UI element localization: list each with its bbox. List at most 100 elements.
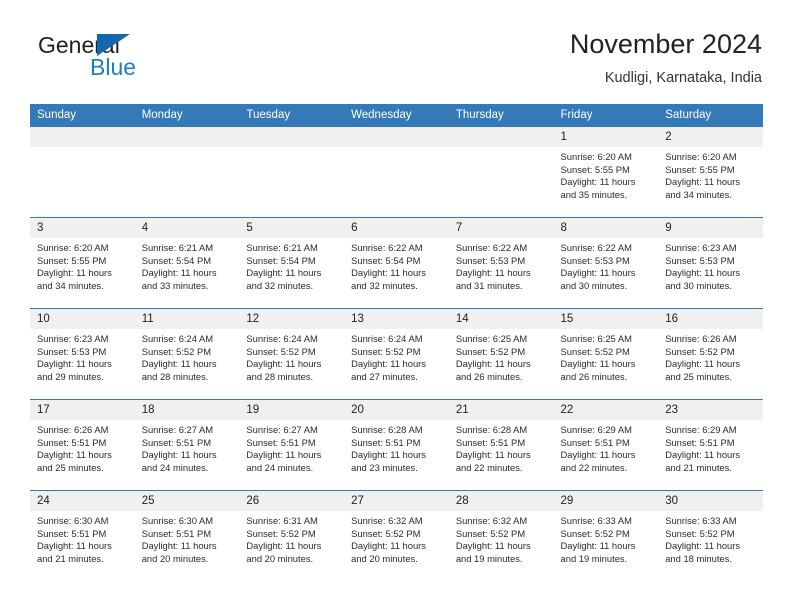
weekday-header-thursday: Thursday: [448, 104, 554, 127]
calendar-day-cell[interactable]: 24 Sunrise: 6:30 AM Sunset: 5:51 PM Dayligh…: [30, 490, 135, 581]
calendar-day-cell[interactable]: 28 Sunrise: 6:32 AM Sunset: 5:52 PM Dayligh…: [448, 490, 554, 581]
sunset-text: Sunset: 5:52 PM: [665, 345, 735, 357]
calendar-day-cell[interactable]: 11 Sunrise: 6:24 AM Sunset: 5:52 PM Dayligh…: [134, 308, 240, 400]
sunrise-text: Sunrise: 6:23 AM: [665, 242, 737, 253]
weekday-header-tuesday: Tuesday: [239, 104, 345, 127]
day-sun-info: Sunrise: 6:26 AM Sunset: 5:52 PM Daylight:…: [658, 329, 763, 383]
calendar-day-cell[interactable]: 3 Sunrise: 6:20 AM Sunset: 5:55 PM Daylight…: [30, 217, 135, 309]
calendar-day-cell-empty: [239, 126, 345, 218]
general-blue-logo[interactable]: General Blue: [30, 32, 260, 90]
sunrise-text: Sunrise: 6:27 AM: [246, 424, 318, 435]
calendar-day-cell[interactable]: 6 Sunrise: 6:22 AM Sunset: 5:54 PM Daylight…: [344, 217, 449, 309]
calendar-day-cell[interactable]: 12 Sunrise: 6:24 AM Sunset: 5:52 PM Dayligh…: [239, 308, 345, 400]
day-number: 8: [553, 218, 659, 238]
day-number: [239, 127, 345, 147]
day-number: 17: [30, 400, 135, 420]
sunset-text: Sunset: 5:52 PM: [351, 527, 421, 539]
sunset-text: Sunset: 5:51 PM: [37, 527, 107, 539]
sunset-text: Sunset: 5:53 PM: [37, 345, 107, 357]
day-number: 20: [344, 400, 449, 420]
calendar-day-cell-empty: [448, 126, 554, 218]
calendar-day-cell[interactable]: 21 Sunrise: 6:28 AM Sunset: 5:51 PM Dayligh…: [448, 399, 554, 491]
sunrise-text: Sunrise: 6:24 AM: [246, 333, 318, 344]
day-number: 13: [344, 309, 449, 329]
sunset-text: Sunset: 5:52 PM: [560, 527, 630, 539]
calendar-day-cell[interactable]: 23 Sunrise: 6:29 AM Sunset: 5:51 PM Dayligh…: [658, 399, 763, 491]
day-number: 10: [30, 309, 135, 329]
day-number: 29: [553, 491, 659, 511]
calendar-day-cell[interactable]: 15 Sunrise: 6:25 AM Sunset: 5:52 PM Dayligh…: [553, 308, 659, 400]
day-number: 11: [134, 309, 240, 329]
daylight-text: Daylight: 11 hours and 34 minutes.: [665, 176, 741, 200]
day-sun-info: Sunrise: 6:24 AM Sunset: 5:52 PM Daylight:…: [135, 329, 240, 383]
sunrise-text: Sunrise: 6:32 AM: [455, 515, 528, 526]
calendar-day-cell[interactable]: 8 Sunrise: 6:22 AM Sunset: 5:53 PM Daylight…: [553, 217, 659, 309]
daylight-text: Daylight: 11 hours and 20 minutes.: [351, 540, 426, 564]
sunrise-text: Sunrise: 6:29 AM: [560, 424, 632, 435]
sunset-text: Sunset: 5:55 PM: [560, 163, 630, 175]
sunset-text: Sunset: 5:51 PM: [665, 436, 735, 448]
sunset-text: Sunset: 5:52 PM: [351, 345, 421, 357]
weekday-header-saturday: Saturday: [658, 104, 763, 127]
calendar-day-cell[interactable]: 25 Sunrise: 6:30 AM Sunset: 5:51 PM Dayligh…: [134, 490, 240, 581]
calendar-day-cell[interactable]: 22 Sunrise: 6:29 AM Sunset: 5:51 PM Dayligh…: [553, 399, 659, 491]
sunrise-text: Sunrise: 6:33 AM: [560, 515, 632, 526]
sunset-text: Sunset: 5:51 PM: [351, 436, 421, 448]
day-sun-info: Sunrise: 6:20 AM Sunset: 5:55 PM Daylight:…: [554, 147, 659, 201]
sunset-text: Sunset: 5:51 PM: [455, 436, 526, 448]
calendar-day-cell[interactable]: 2 Sunrise: 6:20 AM Sunset: 5:55 PM Daylight…: [658, 126, 763, 218]
calendar-day-cell[interactable]: 1 Sunrise: 6:20 AM Sunset: 5:55 PM Daylight…: [553, 126, 659, 218]
calendar-day-cell[interactable]: 19 Sunrise: 6:27 AM Sunset: 5:51 PM Dayligh…: [239, 399, 345, 491]
sunset-text: Sunset: 5:51 PM: [560, 436, 630, 448]
calendar-day-cell[interactable]: 18 Sunrise: 6:27 AM Sunset: 5:51 PM Dayligh…: [134, 399, 240, 491]
calendar-day-cell[interactable]: 5 Sunrise: 6:21 AM Sunset: 5:54 PM Daylight…: [239, 217, 345, 309]
calendar-body: 1 Sunrise: 6:20 AM Sunset: 5:55 PM Daylight…: [30, 126, 763, 581]
day-sun-info: Sunrise: 6:21 AM Sunset: 5:54 PM Daylight:…: [135, 238, 240, 292]
day-number: 7: [448, 218, 554, 238]
calendar-day-cell[interactable]: 30 Sunrise: 6:33 AM Sunset: 5:52 PM Dayligh…: [658, 490, 763, 581]
sunrise-text: Sunrise: 6:24 AM: [141, 333, 214, 344]
daylight-text: Daylight: 11 hours and 26 minutes.: [455, 358, 531, 382]
day-sun-info: Sunrise: 6:27 AM Sunset: 5:51 PM Daylight:…: [135, 420, 240, 474]
calendar-day-cell[interactable]: 9 Sunrise: 6:23 AM Sunset: 5:53 PM Daylight…: [658, 217, 763, 309]
day-sun-info: Sunrise: 6:30 AM Sunset: 5:51 PM Daylight:…: [135, 511, 240, 565]
day-sun-info: Sunrise: 6:32 AM Sunset: 5:52 PM Daylight:…: [344, 511, 449, 565]
daylight-text: Daylight: 11 hours and 22 minutes.: [455, 449, 531, 473]
day-number: 12: [239, 309, 345, 329]
day-sun-info: Sunrise: 6:24 AM Sunset: 5:52 PM Daylight:…: [344, 329, 449, 383]
sunset-text: Sunset: 5:52 PM: [246, 345, 316, 357]
sunrise-text: Sunrise: 6:29 AM: [665, 424, 737, 435]
day-sun-info: Sunrise: 6:30 AM Sunset: 5:51 PM Daylight:…: [30, 511, 135, 565]
calendar-day-cell[interactable]: 27 Sunrise: 6:32 AM Sunset: 5:52 PM Dayligh…: [344, 490, 449, 581]
sunset-text: Sunset: 5:54 PM: [246, 254, 316, 266]
day-sun-info: Sunrise: 6:29 AM Sunset: 5:51 PM Daylight:…: [554, 420, 659, 474]
calendar-day-cell[interactable]: 13 Sunrise: 6:24 AM Sunset: 5:52 PM Dayligh…: [344, 308, 449, 400]
daylight-text: Daylight: 11 hours and 33 minutes.: [141, 267, 217, 291]
day-number: 23: [658, 400, 763, 420]
sunrise-text: Sunrise: 6:27 AM: [141, 424, 214, 435]
calendar-day-cell[interactable]: 26 Sunrise: 6:31 AM Sunset: 5:52 PM Dayligh…: [239, 490, 345, 581]
daylight-text: Daylight: 11 hours and 21 minutes.: [665, 449, 741, 473]
logo-triangle-icon: [97, 34, 130, 56]
sunrise-text: Sunrise: 6:20 AM: [37, 242, 109, 253]
day-number: 9: [658, 218, 763, 238]
sunset-text: Sunset: 5:54 PM: [351, 254, 421, 266]
sunset-text: Sunset: 5:55 PM: [665, 163, 735, 175]
day-number: [134, 127, 240, 147]
sunrise-text: Sunrise: 6:26 AM: [665, 333, 737, 344]
sunrise-text: Sunrise: 6:23 AM: [37, 333, 109, 344]
day-number: 24: [30, 491, 135, 511]
calendar-day-cell[interactable]: 10 Sunrise: 6:23 AM Sunset: 5:53 PM Dayligh…: [30, 308, 135, 400]
calendar-day-cell[interactable]: 4 Sunrise: 6:21 AM Sunset: 5:54 PM Daylight…: [134, 217, 240, 309]
calendar-day-cell[interactable]: 29 Sunrise: 6:33 AM Sunset: 5:52 PM Dayligh…: [553, 490, 659, 581]
calendar-day-cell[interactable]: 14 Sunrise: 6:25 AM Sunset: 5:52 PM Dayligh…: [448, 308, 554, 400]
daylight-text: Daylight: 11 hours and 31 minutes.: [455, 267, 531, 291]
calendar-week-row: 3 Sunrise: 6:20 AM Sunset: 5:55 PM Daylight…: [30, 217, 763, 309]
calendar-day-cell[interactable]: 16 Sunrise: 6:26 AM Sunset: 5:52 PM Dayligh…: [658, 308, 763, 400]
daylight-text: Daylight: 11 hours and 30 minutes.: [560, 267, 636, 291]
day-sun-info: Sunrise: 6:23 AM Sunset: 5:53 PM Daylight:…: [658, 238, 763, 292]
calendar-day-cell[interactable]: 17 Sunrise: 6:26 AM Sunset: 5:51 PM Dayligh…: [30, 399, 135, 491]
day-number: [448, 127, 554, 147]
calendar-day-cell[interactable]: 20 Sunrise: 6:28 AM Sunset: 5:51 PM Dayligh…: [344, 399, 449, 491]
calendar-day-cell[interactable]: 7 Sunrise: 6:22 AM Sunset: 5:53 PM Daylight…: [448, 217, 554, 309]
